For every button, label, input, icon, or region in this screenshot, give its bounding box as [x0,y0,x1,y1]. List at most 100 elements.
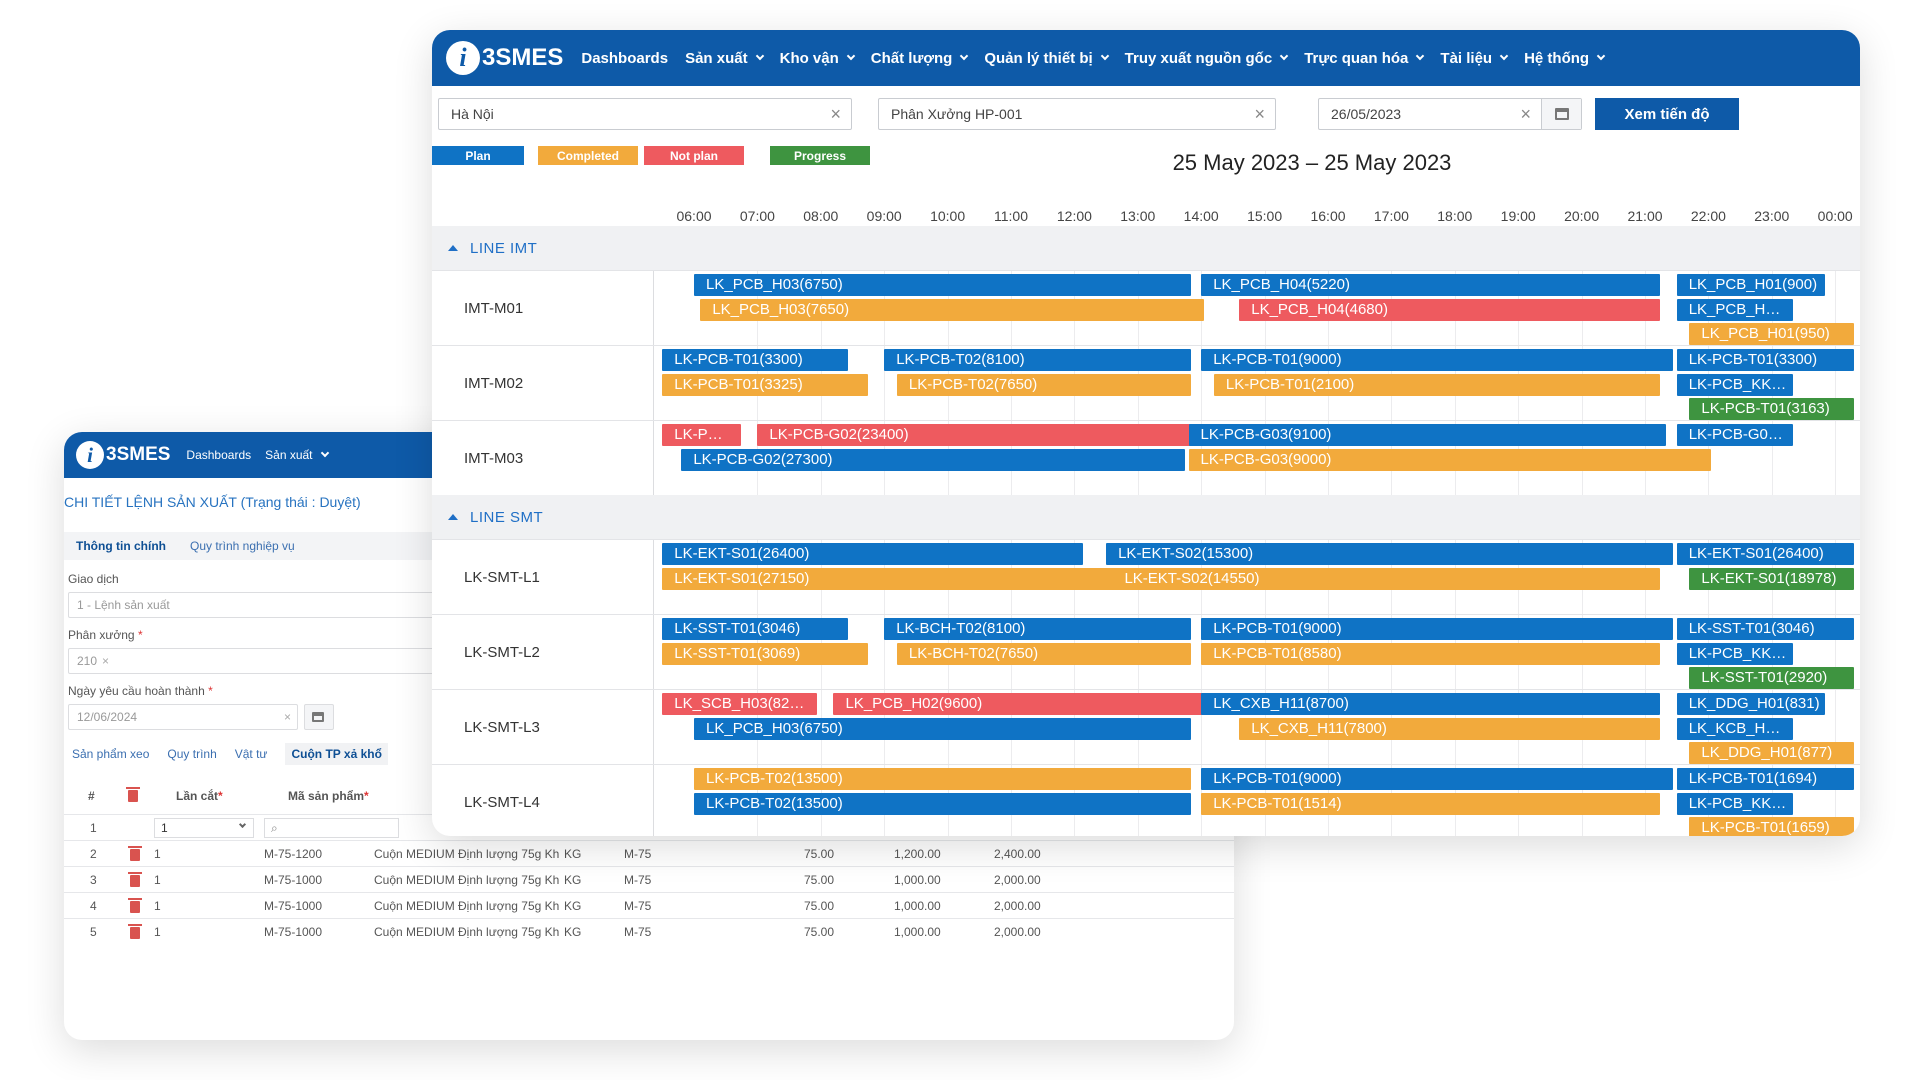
gantt-task-bar[interactable]: LK-PCB-T01(3300) [1676,349,1854,371]
gantt-task-bar[interactable]: LK-EKT-S01(18978) [1689,567,1854,590]
workshop-field[interactable]: 210 × [68,648,488,674]
gantt-task-bar[interactable]: LK-PCB-G02(27300) [681,448,1185,471]
gantt-task-bar[interactable]: LK_PCB_H03(7650) [700,298,1204,321]
date-picker[interactable]: 26/05/2023 × [1318,98,1582,130]
gantt-task-bar[interactable]: LK-PCB-T02(8100) [884,349,1191,371]
tag-close-icon[interactable]: × [102,654,109,668]
gantt-task-bar[interactable]: LK_PCB_H… [1676,298,1794,321]
gantt-task-bar[interactable]: LK_DDG_H01(831) [1676,693,1825,715]
gantt-task-bar[interactable]: LK_DDG_H01(877) [1689,742,1854,764]
gantt-task-bar[interactable]: LK-SST-T01(3069) [662,642,868,665]
gantt-task-bar[interactable]: LK_PCB_H01(950) [1689,323,1854,345]
nav-item[interactable]: Dashboards [581,50,668,67]
gantt-task-bar[interactable]: LK-PCB-T02(7650) [896,373,1191,396]
clear-icon[interactable]: × [830,105,841,123]
legend-item[interactable]: Completed [538,146,638,165]
gantt-task-bar[interactable]: LK_CXB_H11(8700) [1201,693,1660,715]
trash-icon[interactable] [128,924,142,939]
clear-icon[interactable]: × [1254,105,1265,123]
gantt-task-bar[interactable]: LK-EKT-S02(14550) [1112,567,1661,590]
line-group-header[interactable]: LINE SMT [432,495,1860,539]
subtab-finished-rolls[interactable]: Cuộn TP xả khổ [285,743,388,765]
gantt-task-bar[interactable]: LK_PCB_H03(6750) [694,274,1191,296]
gantt-task-bar[interactable]: LK_SCB_H03(82… [662,693,817,715]
line-group-header[interactable]: LINE IMT [432,226,1860,270]
nav-item[interactable]: Chất lượng [871,50,969,67]
tab-main-info[interactable]: Thông tin chính [64,539,178,553]
nav-item[interactable]: Truy xuất nguồn gốc [1125,50,1289,67]
view-progress-button[interactable]: Xem tiến độ [1595,98,1739,130]
back-nav-dashboards[interactable]: Dashboards [186,448,251,462]
gantt-task-bar[interactable]: LK-PCB-T01(2100) [1213,373,1660,396]
gantt-task-bar[interactable]: LK-PCB-T01(1514) [1201,792,1660,815]
legend-item[interactable]: Plan [432,146,524,165]
gantt-task-bar[interactable]: LK-PCB-T01(3163) [1689,398,1854,420]
legend-item[interactable]: Progress [770,146,870,165]
gantt-task-bar[interactable]: LK-PCB-T01(9000) [1201,349,1673,371]
cut-select[interactable]: 1 [154,818,254,838]
gantt-task-bar[interactable]: LK-PCB-T01(3325) [662,373,868,396]
gantt-task-bar[interactable]: LK-PCB-T01(1659) [1689,817,1854,836]
subtab-materials[interactable]: Vật tư [235,747,268,761]
gantt-task-bar[interactable]: LK_PCB_H04(4680) [1239,298,1660,321]
trash-icon[interactable] [128,846,142,861]
gantt-task-bar[interactable]: LK_KCB_H… [1676,717,1794,740]
gantt-task-bar[interactable]: LK_PCB_H03(6750) [694,717,1191,740]
gantt-task-bar[interactable]: LK-P… [662,424,741,446]
table-row[interactable]: 5 1 M-75-1000 Cuộn MEDIUM Định lượng 75g Kh… [64,918,1234,944]
calendar-button[interactable] [304,704,334,730]
gantt-task-bar[interactable]: LK-EKT-S01(27150) [662,567,1115,590]
gantt-task-bar[interactable]: LK-SST-T01(3046) [1676,618,1854,640]
nav-item[interactable]: Quản lý thiết bị [984,50,1109,67]
gantt-task-bar[interactable]: LK-PCB_KK… [1676,642,1794,665]
nav-item[interactable]: Hệ thống [1524,50,1606,67]
gantt-task-bar[interactable]: LK_PCB_H04(5220) [1201,274,1660,296]
nav-item[interactable]: Kho vận [780,50,856,67]
nav-item[interactable]: Sản xuất [685,50,764,67]
gantt-task-bar[interactable]: LK-BCH-T02(7650) [896,642,1191,665]
back-nav-production[interactable]: Sản xuất [265,448,329,462]
gantt-task-bar[interactable]: LK-BCH-T02(8100) [884,618,1191,640]
transaction-field[interactable]: 1 - Lệnh sản xuất [68,592,488,618]
back-logo[interactable]: i 3SMES [76,441,170,469]
gantt-task-bar[interactable]: LK-PCB-G03(9000) [1188,448,1711,471]
table-row[interactable]: 3 1 M-75-1000 Cuộn MEDIUM Định lượng 75g Kh… [64,866,1234,892]
gantt-task-bar[interactable]: LK_PCB_H01(900) [1676,274,1825,296]
gantt-task-bar[interactable]: LK-PCB-T01(3300) [662,349,849,371]
table-row[interactable]: 4 1 M-75-1000 Cuộn MEDIUM Định lượng 75g Kh… [64,892,1234,918]
gantt-task-bar[interactable]: LK-PCB_KK… [1676,373,1794,396]
nav-item[interactable]: Trực quan hóa [1304,50,1425,67]
product-search-input[interactable]: ⌕ [264,818,399,838]
gantt-task-bar[interactable]: LK-PCB-T02(13500) [694,768,1191,790]
gantt-task-bar[interactable]: LK-PCB-G02(23400) [757,424,1191,446]
nav-item[interactable]: Tài liệu [1440,50,1509,67]
gantt-task-bar[interactable]: LK-EKT-S02(15300) [1106,543,1673,565]
trash-icon[interactable] [128,898,142,913]
subtab-process[interactable]: Quy trình [167,747,216,761]
gantt-task-bar[interactable]: LK-EKT-S01(26400) [1676,543,1854,565]
gantt-task-bar[interactable]: LK-PCB-G0… [1676,424,1794,446]
gantt-task-bar[interactable]: LK-PCB-T01(9000) [1201,768,1673,790]
gantt-task-bar[interactable]: LK-PCB-T02(13500) [694,792,1191,815]
legend-item[interactable]: Not plan [644,146,744,165]
gantt-task-bar[interactable]: LK-EKT-S01(26400) [662,543,1084,565]
gantt-task-bar[interactable]: LK-SST-T01(2920) [1689,667,1854,689]
gantt-task-bar[interactable]: LK-PCB-T01(9000) [1201,618,1673,640]
clear-icon[interactable]: × [284,710,291,724]
gantt-task-bar[interactable]: LK-PCB-T01(1694) [1676,768,1854,790]
due-date-field[interactable]: 12/06/2024 × [68,704,298,730]
location-select[interactable]: Hà Nội × [438,98,852,130]
gantt-task-bar[interactable]: LK-PCB-T01(8580) [1201,642,1660,665]
subtab-product[interactable]: Sản phẩm xeo [72,747,149,761]
app-logo[interactable]: i 3SMES [446,41,563,75]
gantt-task-bar[interactable]: LK-PCB-G03(9100) [1188,424,1667,446]
tab-business-process[interactable]: Quy trình nghiệp vụ [178,539,307,553]
gantt-task-bar[interactable]: LK-PCB_KK… [1676,792,1794,815]
gantt-task-bar[interactable]: LK-SST-T01(3046) [662,618,849,640]
clear-icon[interactable]: × [1520,105,1531,123]
table-row[interactable]: 2 1 M-75-1200 Cuộn MEDIUM Định lượng 75g Kh… [64,840,1234,866]
calendar-button[interactable] [1541,99,1581,129]
gantt-task-bar[interactable]: LK_PCB_H02(9600) [833,693,1204,715]
workshop-select[interactable]: Phân Xưởng HP-001 × [878,98,1276,130]
gantt-task-bar[interactable]: LK_CXB_H11(7800) [1239,717,1660,740]
